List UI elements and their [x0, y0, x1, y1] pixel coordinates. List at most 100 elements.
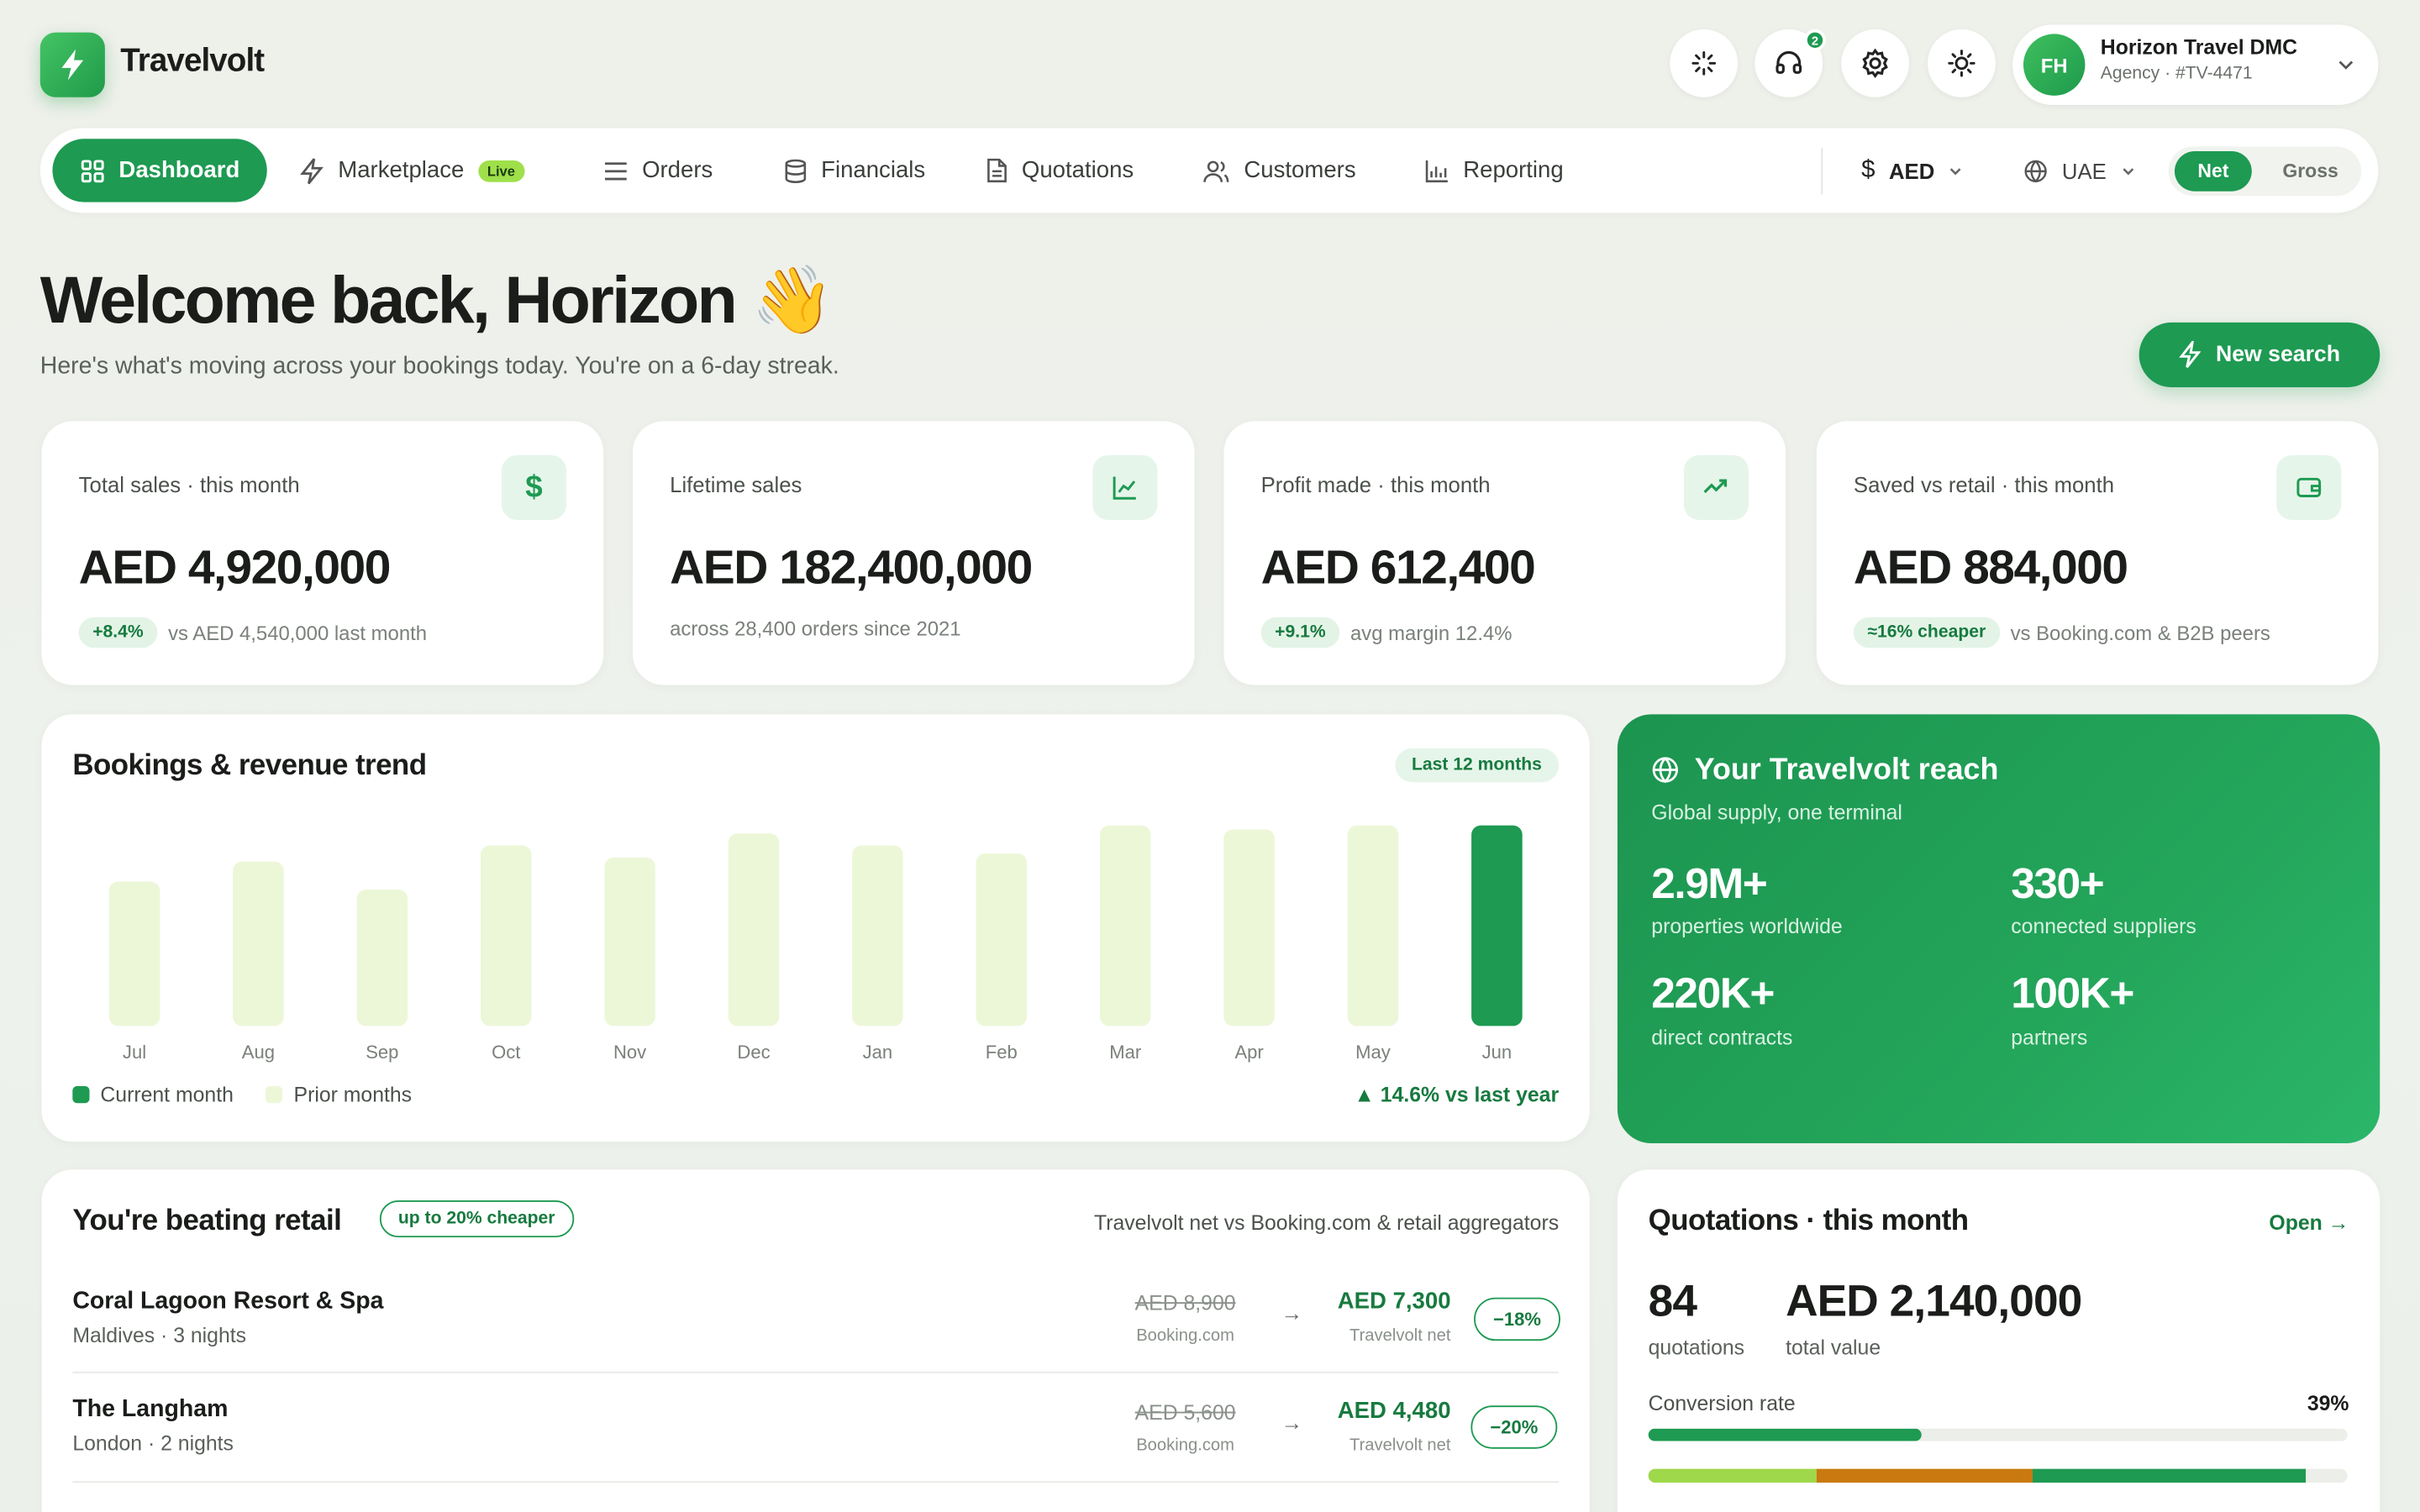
range-chip[interactable]: Last 12 months: [1394, 748, 1560, 783]
retail-price: AED 5,600: [1134, 1400, 1236, 1425]
toggle-net[interactable]: Net: [2174, 150, 2252, 192]
bar-oct[interactable]: [480, 845, 532, 1026]
reach-stat-value: 2.9M+: [1651, 859, 1767, 907]
card-title: Bookings & revenue trend: [72, 749, 427, 783]
reach-title: Your Travelvolt reach: [1694, 753, 1999, 787]
retail-note: Travelvolt net vs Booking.com & retail a…: [1093, 1210, 1560, 1235]
conversion-label: Conversion rate: [1648, 1391, 1796, 1415]
list-item[interactable]: Coral Lagoon Resort & Spa Maldives · 3 n…: [72, 1288, 1560, 1397]
quotation-count: 84: [1648, 1277, 1697, 1327]
legend-prior: Prior months: [293, 1083, 413, 1106]
hotel-name: The Langham: [72, 1396, 229, 1423]
bookings-trend-card: Bookings & revenue trend Last 12 months …: [41, 714, 1590, 1142]
theme-sun-icon[interactable]: [1928, 29, 1996, 97]
new-search-button[interactable]: New search: [2139, 322, 2381, 388]
dollar-icon: $: [501, 454, 567, 520]
quotation-total-label: total value: [1786, 1336, 1881, 1360]
conversion-fill: [1648, 1428, 1922, 1441]
bar-aug[interactable]: [233, 861, 284, 1026]
tab-dashboard[interactable]: Dashboard: [52, 139, 268, 202]
x-tick-label: May: [1355, 1042, 1391, 1063]
bar-mar[interactable]: [1099, 825, 1151, 1026]
open-link[interactable]: Open →: [2269, 1211, 2349, 1235]
kpi-change-pill: ≈16% cheaper: [1853, 617, 2000, 648]
x-tick-label: Apr: [1234, 1042, 1263, 1063]
user-menu[interactable]: FH Horizon Travel DMC Agency · #TV-4471: [2012, 24, 2379, 105]
kpi-value: AED 612,400: [1260, 539, 1536, 595]
kpi-profit: Profit made · this month AED 612,400 +9.…: [1223, 421, 1786, 685]
tab-marketplace[interactable]: Marketplace Live: [299, 139, 524, 202]
users-icon: [1203, 160, 1229, 181]
x-tick-label: Dec: [737, 1042, 770, 1063]
new-search-label: New search: [2215, 342, 2341, 368]
hotel-sub: London · 2 nights: [72, 1431, 234, 1456]
retail-source: Booking.com: [1136, 1436, 1235, 1456]
kpi-note: avg margin 12.4%: [1350, 621, 1512, 644]
globe-icon: [2024, 159, 2047, 182]
x-tick-label: Oct: [492, 1042, 520, 1063]
bar-jun[interactable]: [1471, 825, 1523, 1026]
tab-quotations[interactable]: Quotations: [986, 139, 1134, 202]
tab-label: Marketplace: [338, 157, 465, 184]
kpi-value: AED 182,400,000: [670, 539, 1033, 595]
reach-stat-label: connected suppliers: [2011, 915, 2196, 938]
tab-customers[interactable]: Customers: [1202, 139, 1356, 202]
tab-label: Orders: [642, 157, 713, 184]
card-title: Quotations · this month: [1648, 1205, 1969, 1238]
conversion-value: 39%: [2307, 1391, 2349, 1415]
kpi-saved-vs-retail: Saved vs retail · this month AED 884,000…: [1816, 421, 2379, 685]
brand-logo[interactable]: [39, 32, 105, 97]
brand-name: Travelvolt: [120, 43, 265, 79]
bar-nov[interactable]: [604, 857, 655, 1026]
reach-subtitle: Global supply, one terminal: [1651, 801, 1902, 824]
toggle-gross[interactable]: Gross: [2270, 151, 2351, 192]
bar-feb[interactable]: [976, 853, 1028, 1026]
arrow-right-icon: →: [1281, 1410, 1303, 1436]
reach-stat-label: partners: [2011, 1026, 2088, 1049]
legend-prior-swatch: [266, 1086, 283, 1104]
status-segment: [1816, 1468, 2033, 1483]
bar-sep[interactable]: [356, 890, 408, 1026]
hotel-sub: Maldives · 3 nights: [72, 1323, 247, 1347]
x-tick-label: Jun: [1482, 1042, 1512, 1063]
kpi-label: Profit made · this month: [1260, 472, 1491, 497]
hotel-name: Coral Lagoon Resort & Spa: [72, 1288, 384, 1315]
bar-jul[interactable]: [108, 881, 160, 1026]
globe-icon: [1652, 757, 1678, 784]
support-headset-icon[interactable]: 2: [1754, 29, 1826, 97]
tab-label: Customers: [1244, 157, 1356, 184]
retail-price: AED 8,900: [1134, 1291, 1236, 1315]
tab-orders[interactable]: Orders: [603, 139, 713, 202]
kpi-label: Total sales · this month: [78, 472, 300, 497]
kpi-change-pill: +8.4%: [78, 617, 158, 648]
tab-financials[interactable]: Financials: [784, 139, 925, 202]
currency-select[interactable]: $ AED: [1861, 139, 1964, 202]
kpi-note: vs Booking.com & B2B peers: [2010, 621, 2270, 644]
x-tick-label: Sep: [366, 1042, 398, 1063]
net-gross-toggle[interactable]: Net Gross: [2168, 146, 2362, 197]
discount-badge: −18%: [1474, 1297, 1560, 1341]
bar-dec[interactable]: [728, 833, 780, 1026]
status-segment: [2033, 1468, 2306, 1483]
reach-card: Your Travelvolt reach Global supply, one…: [1617, 714, 2381, 1144]
net-caption: Travelvolt net: [1349, 1436, 1451, 1456]
user-agency: Agency · #TV-4471: [2100, 65, 2253, 84]
loading-icon[interactable]: [1670, 29, 1739, 97]
document-icon: [987, 158, 1007, 183]
bar-apr[interactable]: [1223, 829, 1275, 1026]
list-item[interactable]: The Langham London · 2 nights AED 5,600 …: [72, 1396, 1559, 1504]
region-select[interactable]: UAE: [2023, 139, 2136, 202]
x-tick-label: Nov: [613, 1042, 646, 1063]
net-price: AED 4,480: [1337, 1398, 1451, 1425]
bar-jan[interactable]: [852, 845, 903, 1026]
main-nav: Dashboard Marketplace Live Orders Financ…: [39, 128, 2379, 213]
bar-may[interactable]: [1347, 825, 1399, 1026]
quotation-status-bar: [1648, 1468, 2348, 1483]
tab-reporting[interactable]: Reporting: [1424, 139, 1564, 202]
tab-label: Reporting: [1463, 157, 1564, 184]
net-price: AED 7,300: [1337, 1288, 1451, 1315]
reach-stat-label: direct contracts: [1651, 1026, 1793, 1049]
chevron-down-icon: [2123, 167, 2133, 175]
kpi-lifetime-sales: Lifetime sales AED 182,400,000 across 28…: [633, 421, 1195, 685]
settings-gear-icon[interactable]: [1841, 29, 1910, 97]
